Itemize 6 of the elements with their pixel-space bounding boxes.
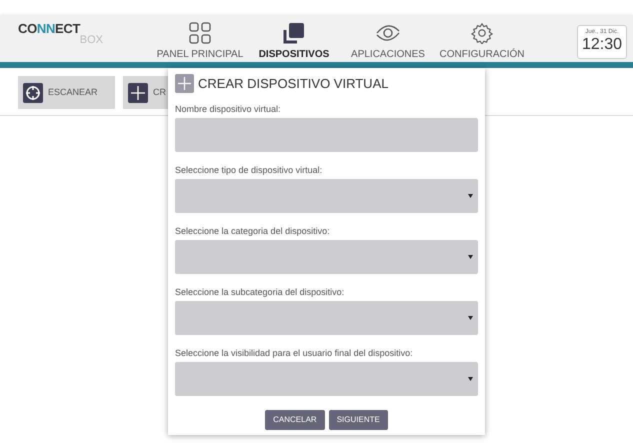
field-label: Seleccione tipo de dispositivo virtual: bbox=[175, 164, 324, 174]
field-label: Seleccione la visibilidad para el usuario final del dispositivo: bbox=[175, 348, 414, 358]
field-label: Seleccione la subcategoria del dispositivo: bbox=[175, 286, 346, 296]
field-label: Seleccione la categoria del dispositivo: bbox=[175, 226, 331, 236]
field-label: Nombre dispositivo virtual: bbox=[175, 104, 282, 114]
dialog-title: CREAR DISPOSITIVO VIRTUAL bbox=[198, 75, 388, 93]
